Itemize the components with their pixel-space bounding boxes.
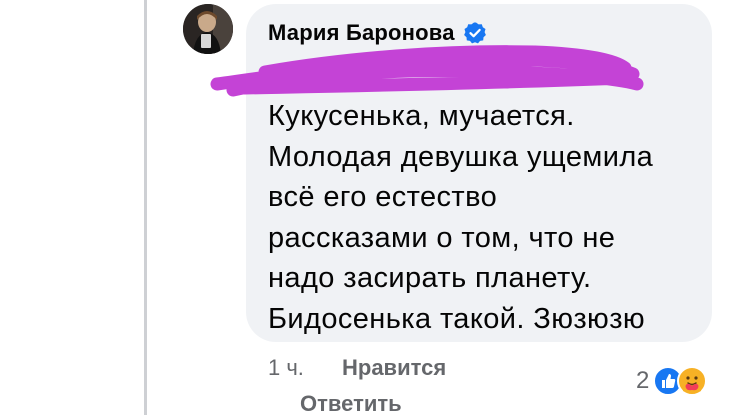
comment-view: Мария Баронова Кукусенька, мучается. Мол…	[0, 0, 749, 415]
comment-timestamp[interactable]: 1 ч.	[268, 355, 304, 381]
comment-line: всё его естество	[268, 181, 498, 213]
comment-line: Молодая девушка ущемила	[268, 140, 654, 173]
comment-line: Бидосенька такой. Зюзюзю	[268, 302, 646, 335]
comment-line: рассказами о том, что не	[268, 221, 616, 254]
thread-line	[144, 0, 147, 415]
author-row: Мария Баронова	[268, 20, 487, 46]
comment-line: Кукусенька, мучается.	[268, 100, 575, 132]
comment-text: Кукусенька, мучается. Молодая девушка ущ…	[268, 96, 698, 339]
reply-button[interactable]: Ответить	[300, 391, 402, 415]
comment-line: надо засирать планету.	[268, 262, 592, 294]
avatar-photo	[183, 4, 233, 54]
author-name[interactable]: Мария Баронова	[268, 20, 455, 46]
reaction-count: 2	[636, 367, 650, 394]
avatar[interactable]	[183, 4, 233, 54]
reactions-summary[interactable]: 2	[636, 366, 708, 396]
care-icon	[677, 366, 708, 396]
like-button[interactable]: Нравится	[342, 355, 446, 381]
verified-badge-icon	[463, 22, 486, 44]
